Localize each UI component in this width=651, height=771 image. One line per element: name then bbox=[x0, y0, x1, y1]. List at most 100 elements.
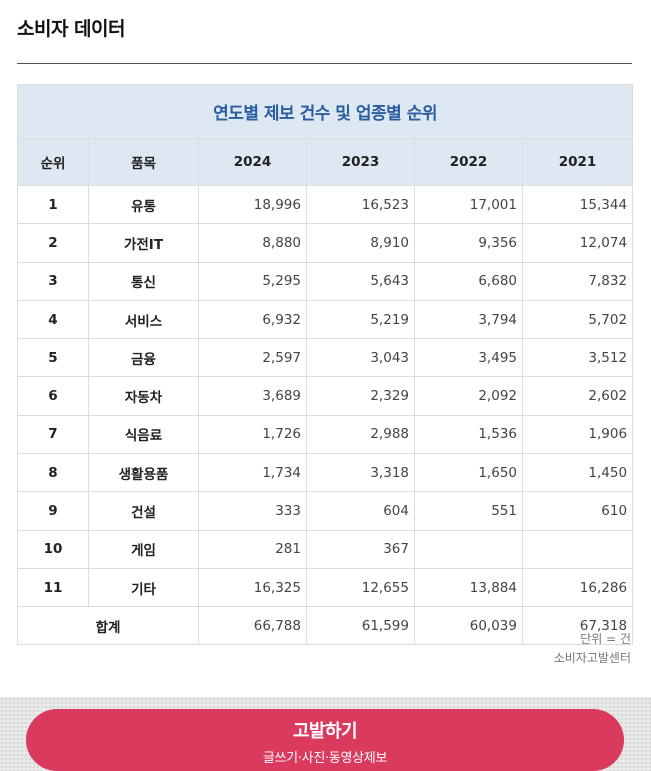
table-row: 11 기타 16,325 12,655 13,884 16,286 bbox=[17, 567, 634, 608]
item-cell: 자동차 bbox=[88, 376, 199, 416]
rank-cell: 10 bbox=[17, 529, 89, 569]
rank-cell: 1 bbox=[17, 184, 89, 225]
item-cell: 게임 bbox=[88, 529, 199, 569]
table-notes: 단위 = 건 소비자고발센터 bbox=[554, 630, 631, 668]
table-row: 1 유통 18,996 16,523 17,001 15,344 bbox=[17, 184, 634, 225]
table-body: 1 유통 18,996 16,523 17,001 15,344 2 가전IT 8,880 8,9… bbox=[17, 184, 634, 608]
title-divider bbox=[17, 63, 632, 64]
value-2023-cell: 3,043 bbox=[306, 338, 415, 378]
value-2022-cell: 1,536 bbox=[414, 414, 523, 455]
value-2023-cell: 3,318 bbox=[306, 453, 415, 493]
value-2024-cell: 1,734 bbox=[198, 453, 307, 493]
item-cell: 가전IT bbox=[88, 223, 199, 263]
value-2022-cell: 13,884 bbox=[414, 567, 523, 608]
total-label: 합계 bbox=[17, 606, 199, 646]
report-button-label: 고발하기 bbox=[292, 721, 358, 742]
value-2021-cell bbox=[521, 529, 634, 569]
value-2023-cell: 8,910 bbox=[306, 223, 415, 263]
rank-cell: 3 bbox=[17, 261, 89, 301]
rank-cell: 8 bbox=[17, 453, 89, 493]
column-header-rank: 순위 bbox=[17, 138, 89, 186]
item-cell: 통신 bbox=[88, 261, 199, 301]
ranking-table: 연도별 제보 건수 및 업종별 순위 순위 품목 2024 2023 2022 … bbox=[16, 84, 634, 646]
total-2024: 66,788 bbox=[198, 606, 307, 646]
value-2022-cell: 6,680 bbox=[414, 261, 523, 301]
item-cell: 식음료 bbox=[88, 414, 199, 455]
value-2021-cell: 2,602 bbox=[521, 376, 634, 416]
value-2022-cell: 9,356 bbox=[414, 223, 523, 263]
item-cell: 생활용품 bbox=[88, 453, 199, 493]
value-2021-cell: 15,344 bbox=[521, 184, 634, 225]
table-row: 5 금융 2,597 3,043 3,495 3,512 bbox=[17, 338, 634, 378]
value-2021-cell: 610 bbox=[521, 491, 634, 531]
value-2024-cell: 3,689 bbox=[198, 376, 307, 416]
value-2024-cell: 8,880 bbox=[198, 223, 307, 263]
value-2023-cell: 604 bbox=[306, 491, 415, 531]
report-button-sublabel: 글쓰기·사진·동영상제보 bbox=[262, 751, 388, 766]
value-2023-cell: 367 bbox=[306, 529, 415, 569]
rank-cell: 2 bbox=[17, 223, 89, 263]
column-header-2023: 2023 bbox=[306, 138, 415, 186]
source-note: 소비자고발센터 bbox=[553, 651, 631, 665]
value-2022-cell: 17,001 bbox=[414, 184, 523, 225]
value-2024-cell: 18,996 bbox=[198, 184, 307, 225]
ranking-table-container: 연도별 제보 건수 및 업종별 순위 순위 품목 2024 2023 2022 … bbox=[16, 84, 634, 646]
column-header-2022: 2022 bbox=[414, 138, 523, 186]
value-2022-cell: 1,650 bbox=[414, 453, 523, 493]
page-title: 소비자 데이터 bbox=[17, 18, 126, 40]
value-2021-cell: 16,286 bbox=[521, 567, 634, 608]
value-2022-cell: 551 bbox=[414, 491, 523, 531]
column-header-2024: 2024 bbox=[198, 138, 307, 186]
rank-cell: 6 bbox=[17, 376, 89, 416]
value-2024-cell: 281 bbox=[198, 529, 307, 569]
value-2024-cell: 1,726 bbox=[198, 414, 307, 455]
rank-cell: 11 bbox=[17, 567, 89, 608]
table-row: 3 통신 5,295 5,643 6,680 7,832 bbox=[17, 261, 634, 301]
value-2023-cell: 2,988 bbox=[306, 414, 415, 455]
table-row: 6 자동차 3,689 2,329 2,092 2,602 bbox=[17, 376, 634, 416]
value-2023-cell: 2,329 bbox=[306, 376, 415, 416]
table-row: 7 식음료 1,726 2,988 1,536 1,906 bbox=[17, 414, 634, 455]
value-2022-cell: 3,495 bbox=[414, 338, 523, 378]
value-2021-cell: 3,512 bbox=[521, 338, 634, 378]
item-cell: 건설 bbox=[88, 491, 199, 531]
rank-cell: 7 bbox=[17, 414, 89, 455]
report-button[interactable]: 고발하기 글쓰기·사진·동영상제보 bbox=[26, 709, 624, 771]
value-2024-cell: 16,325 bbox=[198, 567, 307, 608]
unit-note: 단위 = 건 bbox=[580, 632, 631, 646]
value-2024-cell: 2,597 bbox=[198, 338, 307, 378]
total-2022: 60,039 bbox=[414, 606, 523, 646]
total-row: 합계 66,788 61,599 60,039 67,318 bbox=[17, 606, 634, 646]
value-2023-cell: 12,655 bbox=[306, 567, 415, 608]
value-2023-cell: 16,523 bbox=[306, 184, 415, 225]
total-2023: 61,599 bbox=[306, 606, 415, 646]
column-header-2021: 2021 bbox=[521, 138, 634, 186]
rank-cell: 9 bbox=[17, 491, 89, 531]
item-cell: 유통 bbox=[88, 184, 199, 225]
table-row: 9 건설 333 604 551 610 bbox=[17, 491, 634, 531]
table-row: 10 게임 281 367 bbox=[17, 529, 634, 569]
value-2021-cell: 12,074 bbox=[521, 223, 634, 263]
value-2021-cell: 1,450 bbox=[521, 453, 634, 493]
value-2021-cell: 7,832 bbox=[521, 261, 634, 301]
value-2024-cell: 5,295 bbox=[198, 261, 307, 301]
item-cell: 서비스 bbox=[88, 299, 199, 340]
value-2021-cell: 1,906 bbox=[521, 414, 634, 455]
table-row: 4 서비스 6,932 5,219 3,794 5,702 bbox=[17, 299, 634, 340]
table-caption: 연도별 제보 건수 및 업종별 순위 bbox=[16, 84, 634, 139]
item-cell: 기타 bbox=[88, 567, 199, 608]
value-2023-cell: 5,219 bbox=[306, 299, 415, 340]
table-row: 2 가전IT 8,880 8,910 9,356 12,074 bbox=[17, 223, 634, 263]
column-header-item: 품목 bbox=[88, 138, 199, 186]
value-2023-cell: 5,643 bbox=[306, 261, 415, 301]
value-2024-cell: 333 bbox=[198, 491, 307, 531]
rank-cell: 4 bbox=[17, 299, 89, 340]
value-2024-cell: 6,932 bbox=[198, 299, 307, 340]
table-header-row: 순위 품목 2024 2023 2022 2021 bbox=[17, 138, 634, 186]
table-row: 8 생활용품 1,734 3,318 1,650 1,450 bbox=[17, 453, 634, 493]
rank-cell: 5 bbox=[17, 338, 89, 378]
value-2022-cell: 3,794 bbox=[414, 299, 523, 340]
value-2021-cell: 5,702 bbox=[521, 299, 634, 340]
item-cell: 금융 bbox=[88, 338, 199, 378]
value-2022-cell bbox=[414, 529, 523, 569]
